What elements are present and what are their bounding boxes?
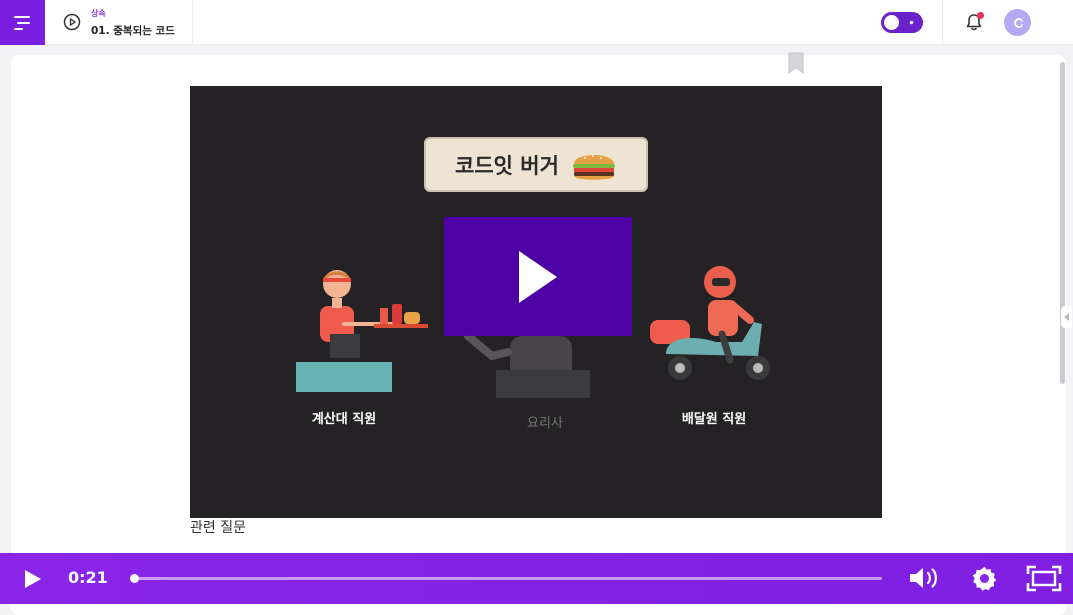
video-banner: 코드잇 버거 — [424, 137, 648, 192]
scrollbar[interactable] — [1060, 62, 1065, 384]
role-label: 계산대 직원 — [311, 412, 377, 427]
divider — [942, 0, 943, 45]
notifications-button[interactable] — [964, 12, 984, 32]
divider — [192, 0, 193, 45]
role-label: 배달원 직원 — [681, 412, 747, 427]
bookmark-icon[interactable] — [787, 52, 805, 74]
settings-icon[interactable] — [971, 565, 998, 592]
video-play-button[interactable] — [444, 217, 632, 336]
dark-mode-toggle[interactable] — [881, 12, 923, 33]
toggle-knob — [884, 15, 899, 30]
breadcrumb-section: 상속 — [91, 9, 106, 18]
play-icon[interactable] — [20, 567, 44, 591]
volume-icon[interactable] — [908, 565, 940, 591]
play-icon — [519, 250, 557, 303]
seek-bar[interactable] — [130, 574, 882, 583]
seek-handle[interactable] — [130, 574, 140, 583]
avatar[interactable] — [1004, 9, 1031, 36]
lesson-title: 01. 중복되는 코드 — [91, 25, 175, 37]
sun-icon — [909, 20, 914, 25]
cashier-illustration — [296, 270, 428, 392]
burger-icon — [572, 154, 615, 180]
notification-badge — [977, 12, 984, 19]
menu-icon — [13, 15, 30, 30]
top-bar: 상속 01. 중복되는 코드 — [0, 0, 1073, 45]
player-controls: 0:21 — [0, 553, 1073, 604]
related-questions-heading: 관련 질문 — [190, 520, 246, 536]
chevron-left-icon — [1063, 313, 1069, 321]
current-time: 0:21 — [68, 568, 108, 587]
lesson-play-icon — [63, 13, 81, 31]
fullscreen-icon[interactable] — [1026, 565, 1062, 592]
menu-button[interactable] — [0, 0, 45, 45]
video-frame[interactable]: 코드잇 버거 계산대 직원 요리사 배달원 직원 — [190, 86, 882, 518]
side-panel-toggle[interactable] — [1061, 306, 1072, 328]
role-label: 요리사 — [527, 416, 563, 431]
delivery-illustration — [650, 266, 770, 380]
user-avatar-icon — [1013, 17, 1023, 28]
banner-title: 코드잇 버거 — [455, 153, 559, 178]
